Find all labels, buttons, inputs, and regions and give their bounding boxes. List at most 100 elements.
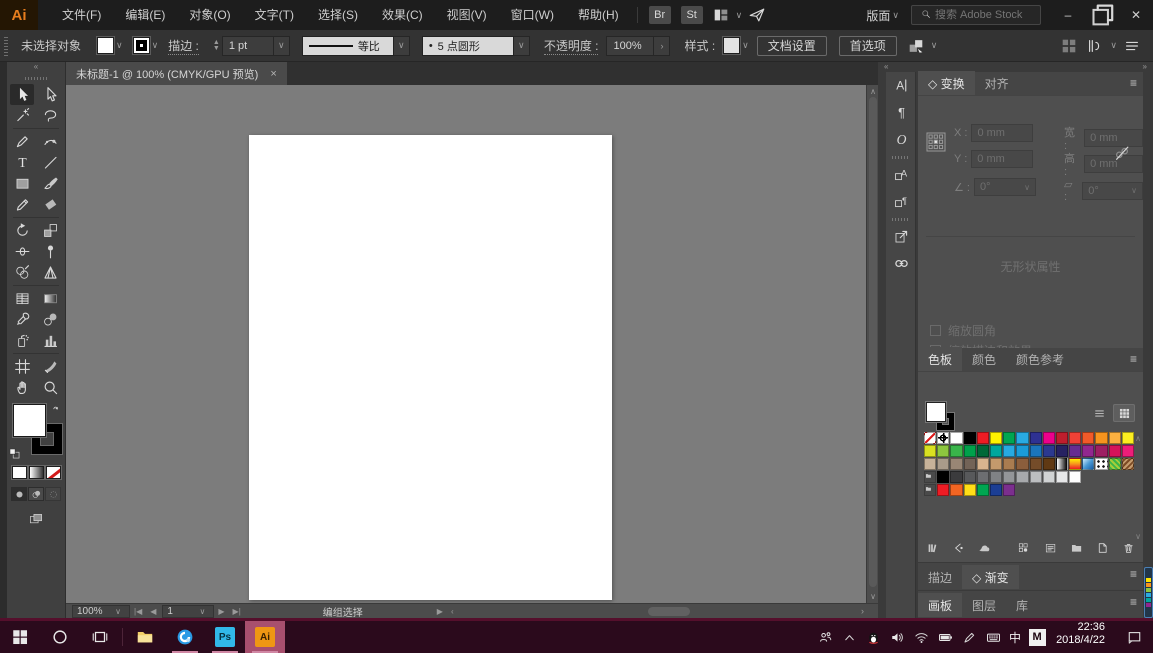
swatch-4-3[interactable] [964,484,976,496]
swatch-0-2[interactable] [950,432,962,444]
symbol-sprayer-tool[interactable] [10,330,34,351]
swatch-2-5[interactable] [990,458,1002,470]
constrain-proportions-off-icon[interactable] [1113,144,1131,162]
fill-proxy[interactable] [926,402,946,422]
swatch-options-button[interactable] [1044,540,1057,556]
swatch-libraries-button[interactable] [926,540,939,556]
checkbox-icon[interactable] [930,325,941,336]
width-tool[interactable] [10,241,34,262]
zoom-tool[interactable] [38,377,62,398]
zoom-level-select[interactable]: 100%∨ [72,605,130,618]
mesh-tool[interactable] [10,288,34,309]
workspace-switcher-icon[interactable] [712,6,730,24]
status-collapse-icon[interactable]: ‹ [451,607,454,616]
swatch-2-11-grad-fire[interactable] [1069,458,1081,470]
artboard[interactable] [249,135,612,600]
default-fill-stroke-icon[interactable] [8,447,21,460]
rotate-angle-select[interactable]: 0°∨ [974,178,1036,196]
swatch-1-1[interactable] [937,445,949,457]
color-button[interactable] [12,466,27,479]
swatch-4-1[interactable] [937,484,949,496]
paintbrush-tool[interactable] [38,173,62,194]
swatch-0-4[interactable] [977,432,989,444]
swatch-3-2[interactable] [950,471,962,483]
stroke-gradient-tab-1[interactable]: ◇ 渐变 [962,565,1019,589]
swatch-1-5[interactable] [990,445,1002,457]
ime-mode-indicator[interactable]: M [1029,629,1046,646]
swatch-0-3[interactable] [964,432,976,444]
status-expand-icon[interactable]: ▶ [437,607,443,616]
illustrator-button[interactable]: Ai [245,621,285,653]
swatch-1-10[interactable] [1056,445,1068,457]
swatches-tab-0[interactable]: 色板 [918,347,962,371]
swatch-0-5[interactable] [990,432,1002,444]
delete-swatch-button[interactable] [1122,540,1135,556]
menu-item-0[interactable]: 文件(F) [50,0,113,30]
search-input[interactable] [935,9,1035,21]
collapse-dock-icon[interactable]: » [1143,62,1147,71]
transform-tab-1[interactable]: 对齐 [975,71,1019,95]
swatch-0-9[interactable] [1043,432,1055,444]
swatch-2-14-pattern-green[interactable] [1109,458,1121,470]
swatch-4-4[interactable] [977,484,989,496]
swatch-0-15[interactable] [1122,432,1134,444]
opacity-expand[interactable]: › [654,36,670,56]
menu-item-5[interactable]: 效果(C) [370,0,435,30]
opacity-field[interactable]: 100% [606,36,654,56]
start-button[interactable] [0,621,40,653]
artboards-tab-1[interactable]: 图层 [962,593,1006,617]
gradient-button[interactable] [29,466,44,479]
next-artboard-icon[interactable]: ▶ [218,607,224,616]
stroke-weight-field[interactable]: 1 pt [222,36,274,56]
chevron-down-icon[interactable]: ∨ [152,40,159,51]
scale-corners-checkbox[interactable]: 缩放圆角 [930,322,996,339]
column-graph-tool[interactable] [38,330,62,351]
swatch-2-13-pattern-dots[interactable] [1095,458,1107,470]
arrange-icon[interactable] [907,37,925,55]
swatch-1-3[interactable] [964,445,976,457]
cortana-button[interactable] [40,621,80,653]
close-button[interactable]: ✕ [1119,0,1153,30]
canvas[interactable] [66,85,866,603]
close-tab-icon[interactable]: × [270,68,276,80]
swatch-1-0[interactable] [924,445,936,457]
menu-item-6[interactable]: 视图(V) [435,0,499,30]
control-bar-menu-icon[interactable] [1123,37,1141,55]
swatch-2-3[interactable] [964,458,976,470]
menu-item-4[interactable]: 选择(S) [306,0,370,30]
menu-item-8[interactable]: 帮助(H) [566,0,631,30]
swatch-1-4[interactable] [977,445,989,457]
action-center-button[interactable] [1115,621,1153,653]
swatch-4-5[interactable] [990,484,1002,496]
brush-select[interactable]: • 5 点圆形 [422,36,514,56]
swatch-scroll-up-icon[interactable]: ∧ [1135,434,1141,443]
people-tray-icon[interactable] [814,621,836,653]
none-button[interactable] [46,466,61,479]
artboards-tab-2[interactable]: 库 [1006,593,1038,617]
preferences-button[interactable]: 首选项 [839,36,897,56]
paragraph-styles-panel-icon[interactable]: ¶ [886,188,916,215]
stroke-gradient-menu-icon[interactable]: ≡ [1130,569,1137,579]
swatch-3-9[interactable] [1043,471,1055,483]
character-panel-icon[interactable]: A [886,72,916,99]
swatch-1-13[interactable] [1095,445,1107,457]
bridge-button[interactable]: Br [649,6,671,24]
character-styles-panel-icon[interactable]: A [886,161,916,188]
swatch-1-8[interactable] [1030,445,1042,457]
y-field[interactable]: 0 mm [971,150,1033,168]
artboard-number-select[interactable]: 1∨ [162,605,214,618]
draw-normal-mode-button[interactable] [11,487,27,501]
wifi-tray-icon[interactable] [910,621,932,653]
slice-tool[interactable] [38,356,62,377]
swatch-4-0-folder[interactable] [924,484,936,496]
grid-icon[interactable] [1060,37,1078,55]
transform-menu-icon[interactable]: ≡ [1130,78,1137,88]
adobe-stock-search[interactable] [911,5,1041,25]
puppet-warp-tool[interactable] [38,241,62,262]
screen-mode-button[interactable] [7,513,65,527]
swatch-0-13[interactable] [1095,432,1107,444]
chevron-down-icon[interactable]: ∨ [742,40,749,51]
x-field[interactable]: 0 mm [971,124,1033,142]
swatches-tab-1[interactable]: 颜色 [962,347,1006,371]
file-explorer-button[interactable] [125,621,165,653]
